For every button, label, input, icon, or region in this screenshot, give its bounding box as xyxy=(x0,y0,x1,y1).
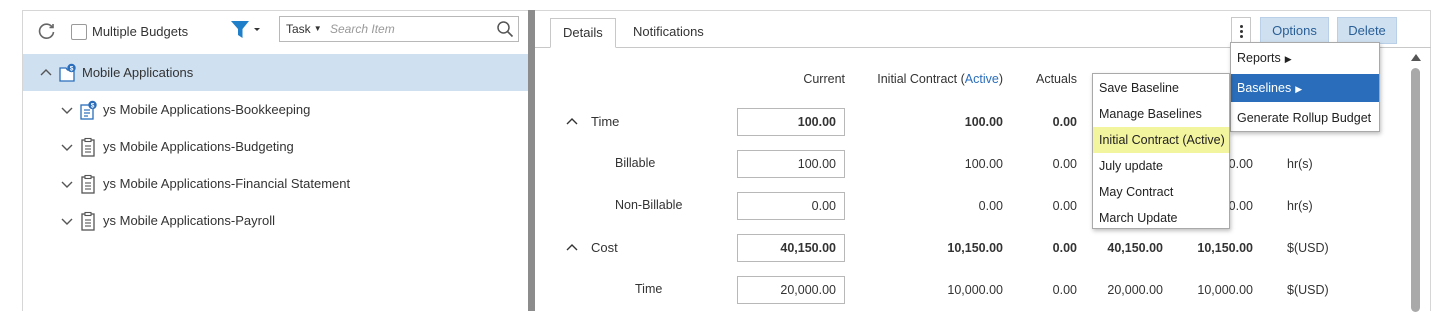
search-icon[interactable] xyxy=(496,20,514,38)
options-button[interactable]: Options xyxy=(1260,17,1329,44)
submenu-item-march-update[interactable]: March Update xyxy=(1093,205,1229,231)
svg-text:$: $ xyxy=(91,102,95,109)
submenu-item-initial-contract[interactable]: Initial Contract (Active) xyxy=(1093,127,1229,153)
tree-toolbar: Multiple Budgets Task ▼ xyxy=(23,11,529,51)
submenu-item-may-contract[interactable]: May Contract xyxy=(1093,179,1229,205)
scroll-up-arrow-icon[interactable] xyxy=(1411,54,1421,61)
initial-cost-time-value: 10,000.00 xyxy=(947,283,1003,297)
clipboard-icon xyxy=(81,211,95,231)
tree-item-label: ys Mobile Applications-Financial Stateme… xyxy=(103,176,351,191)
tab-notifications[interactable]: Notifications xyxy=(621,18,716,48)
panel-splitter[interactable] xyxy=(528,10,535,311)
current-cost-input[interactable] xyxy=(737,234,845,262)
actuals-non-billable-value: 0.00 xyxy=(1052,199,1077,213)
menu-item-generate-rollup-budget[interactable]: Generate Rollup Budget xyxy=(1231,104,1379,132)
tree-item-label: ys Mobile Applications-Payroll xyxy=(103,213,275,228)
baselines-submenu: Save Baseline Manage Baselines Initial C… xyxy=(1092,73,1230,229)
row-label-cost-time: Time xyxy=(635,282,663,296)
initial-time-value: 100.00 xyxy=(964,115,1003,129)
clipboard-icon xyxy=(81,137,95,157)
tree-item-label: Mobile Applications xyxy=(82,65,194,80)
multiple-budgets-checkbox[interactable] xyxy=(71,24,87,40)
chevron-down-icon[interactable] xyxy=(61,104,73,116)
budget-task-icon: $ xyxy=(80,100,97,120)
initial-billable-value: 100.00 xyxy=(964,157,1003,171)
col5-cost-time-value: 20,000.00 xyxy=(1107,283,1163,297)
menu-item-baselines[interactable]: Baselines ▶ xyxy=(1231,74,1379,102)
tree-item[interactable]: ys Mobile Applications-Budgeting xyxy=(23,128,529,165)
chevron-up-icon[interactable] xyxy=(40,67,52,79)
search-box: Task ▼ xyxy=(279,16,519,42)
chevron-right-icon: ▶ xyxy=(1295,84,1303,94)
menu-item-reports[interactable]: Reports ▶ xyxy=(1231,44,1379,72)
filter-button[interactable] xyxy=(229,19,263,41)
submenu-item-save-baseline[interactable]: Save Baseline xyxy=(1093,75,1229,101)
initial-cost-value: 10,150.00 xyxy=(947,241,1003,255)
chevron-right-icon: ▶ xyxy=(1284,54,1292,64)
unit-billable: hr(s) xyxy=(1287,157,1313,171)
filter-icon xyxy=(231,21,260,38)
row-label-time: Time xyxy=(591,114,620,129)
column-header-initial-prefix: Initial Contract ( xyxy=(877,72,965,86)
row-label-non-billable: Non-Billable xyxy=(615,198,683,212)
column-header-current: Current xyxy=(803,72,845,86)
more-options-menu: Reports ▶ Baselines ▶ Generate Rollup Budg… xyxy=(1230,42,1380,132)
refresh-icon[interactable] xyxy=(37,21,57,41)
col6-cost-time-value: 10,000.00 xyxy=(1197,283,1253,297)
col5-cost-value: 40,150.00 xyxy=(1107,241,1163,255)
submenu-item-july-update[interactable]: July update xyxy=(1093,153,1229,179)
clipboard-icon xyxy=(81,174,95,194)
actuals-billable-value: 0.00 xyxy=(1052,157,1077,171)
chevron-down-icon: ▼ xyxy=(313,24,322,33)
submenu-item-manage-baselines[interactable]: Manage Baselines xyxy=(1093,101,1229,127)
column-header-active-link[interactable]: Active xyxy=(965,72,999,86)
chevron-up-icon[interactable] xyxy=(566,242,578,252)
budget-tree: $ Mobile Applications $ ys Mobile Applic… xyxy=(23,54,529,239)
column-header-initial-contract: Initial Contract (Active) xyxy=(865,72,1003,86)
tree-item[interactable]: ys Mobile Applications-Payroll xyxy=(23,202,529,239)
chevron-down-icon[interactable] xyxy=(61,178,73,190)
search-type-label: Task xyxy=(286,22,311,36)
actuals-cost-value: 0.00 xyxy=(1052,241,1077,255)
row-label-billable: Billable xyxy=(615,156,656,170)
svg-text:$: $ xyxy=(70,65,74,72)
budget-tree-panel: Multiple Budgets Task▼ $ xyxy=(22,10,529,311)
kebab-dot xyxy=(1240,25,1243,28)
actuals-time-value: 0.00 xyxy=(1052,115,1077,129)
current-time-input[interactable] xyxy=(737,108,845,136)
search-type-dropdown[interactable]: Task ▼ xyxy=(286,22,322,36)
tree-item[interactable]: ys Mobile Applications-Financial Stateme… xyxy=(23,165,529,202)
current-cost-time-input[interactable] xyxy=(737,276,845,304)
actuals-cost-time-value: 0.00 xyxy=(1052,283,1077,297)
chevron-down-icon[interactable] xyxy=(61,215,73,227)
current-non-billable-input[interactable] xyxy=(737,192,845,220)
delete-button[interactable]: Delete xyxy=(1337,17,1397,44)
column-header-actuals: Actuals xyxy=(1036,72,1077,86)
current-billable-input[interactable] xyxy=(737,150,845,178)
chevron-down-icon[interactable] xyxy=(61,141,73,153)
menu-item-label: Reports xyxy=(1237,51,1281,65)
more-options-button[interactable] xyxy=(1231,17,1251,45)
menu-item-label: Baselines xyxy=(1237,81,1292,95)
col6-cost-value: 10,150.00 xyxy=(1197,241,1253,255)
budget-icon: $ xyxy=(59,63,76,82)
kebab-dot xyxy=(1240,30,1243,33)
unit-non-billable: hr(s) xyxy=(1287,199,1313,213)
row-label-cost: Cost xyxy=(591,240,618,255)
vertical-scrollbar[interactable] xyxy=(1409,48,1423,312)
unit-cost: $(USD) xyxy=(1287,241,1329,255)
tree-item-label: ys Mobile Applications-Bookkeeping xyxy=(103,102,311,117)
search-input[interactable] xyxy=(330,19,490,39)
initial-non-billable-value: 0.00 xyxy=(978,199,1003,213)
tree-item-root[interactable]: $ Mobile Applications xyxy=(23,54,529,91)
column-header-initial-suffix: ) xyxy=(998,72,1003,86)
unit-cost-time: $(USD) xyxy=(1287,283,1329,297)
scroll-thumb[interactable] xyxy=(1411,68,1420,312)
tree-item[interactable]: $ ys Mobile Applications-Bookkeeping xyxy=(23,91,529,128)
tree-item-label: ys Mobile Applications-Budgeting xyxy=(103,139,294,154)
chevron-up-icon[interactable] xyxy=(566,116,578,126)
kebab-dot xyxy=(1240,35,1243,38)
tab-details[interactable]: Details xyxy=(550,18,616,48)
multiple-budgets-label: Multiple Budgets xyxy=(92,24,189,39)
